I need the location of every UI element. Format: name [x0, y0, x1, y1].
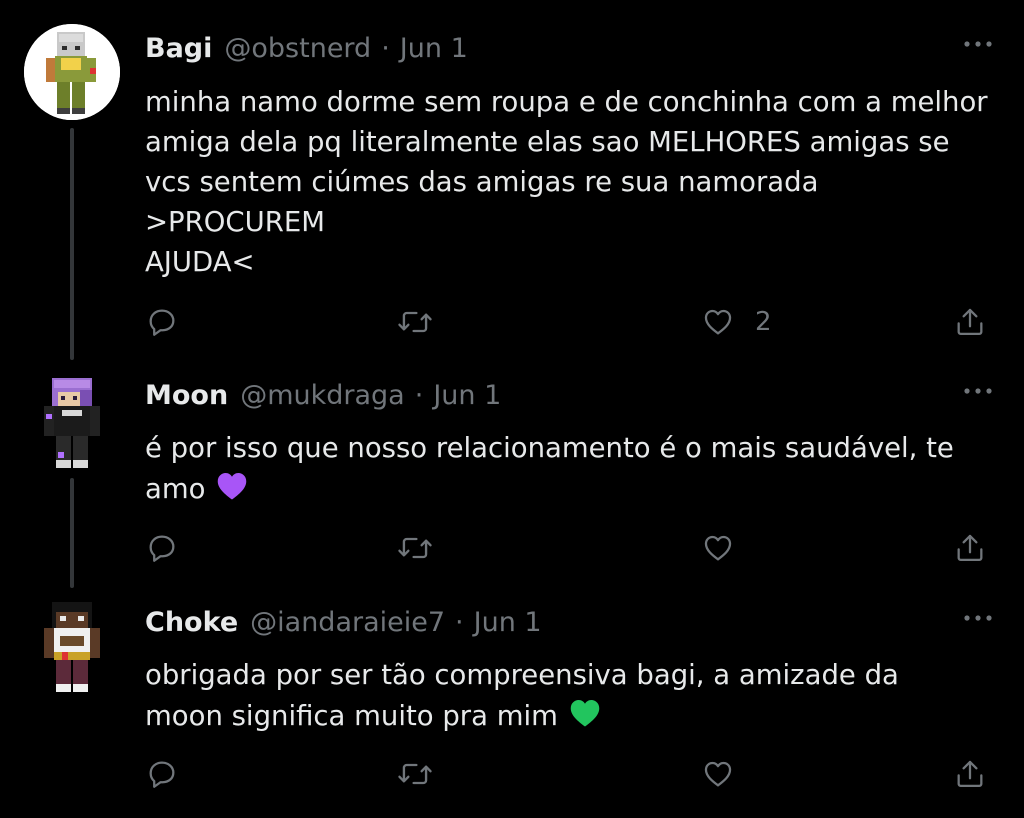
reply-icon — [149, 535, 175, 562]
timestamp[interactable]: Jun 1 — [400, 33, 468, 64]
heart-icon — [704, 761, 732, 787]
tweet-text-line: AJUDA< — [145, 246, 255, 278]
tweet-text-segment: amo — [145, 473, 206, 505]
user-handle[interactable]: @iandaraieie7 — [250, 607, 445, 638]
tweet-text-line: minha namo dorme sem roupa e de conchinh… — [145, 86, 988, 118]
tweet-text-line-with-emoji: moon significa muito pra mim — [145, 695, 1005, 736]
like-count: 2 — [755, 307, 772, 337]
tweet-text: minha namo dorme sem roupa e de conchinh… — [145, 82, 1005, 282]
tweet-text-line: >PROCUREM — [145, 206, 325, 238]
tweet-text-segment: moon significa muito pra mim — [145, 700, 558, 732]
separator: · — [381, 32, 390, 64]
tweet[interactable]: Choke @iandaraieie7 · Jun 1 obrigada por… — [0, 590, 1024, 818]
tweet-text: é por isso que nosso relacionamento é o … — [145, 428, 1005, 509]
heart-icon — [704, 535, 732, 561]
share-button[interactable] — [953, 754, 987, 794]
display-name[interactable]: Moon — [145, 380, 228, 411]
tweet-header: Bagi @obstnerd · Jun 1 — [145, 30, 468, 66]
retweet-button[interactable] — [397, 528, 433, 568]
share-button[interactable] — [953, 302, 987, 342]
retweet-icon — [398, 311, 432, 333]
tweet-text-line: vcs sentem ciúmes das amigas re sua namo… — [145, 166, 819, 198]
share-button[interactable] — [953, 528, 987, 568]
avatar[interactable] — [38, 376, 106, 472]
timestamp[interactable]: Jun 1 — [433, 380, 501, 411]
user-handle[interactable]: @obstnerd — [224, 33, 371, 64]
retweet-button[interactable] — [397, 302, 433, 342]
tweet-header: Moon @mukdraga · Jun 1 — [145, 377, 501, 413]
display-name[interactable]: Choke — [145, 607, 238, 638]
share-icon — [957, 534, 983, 562]
reply-icon — [149, 761, 175, 788]
minecraft-skin-avatar-icon — [44, 602, 100, 692]
reply-button[interactable] — [145, 302, 179, 342]
more-options-button[interactable] — [962, 381, 994, 401]
separator: · — [455, 606, 464, 638]
heart-icon — [704, 309, 732, 335]
separator: · — [414, 379, 424, 411]
more-horizontal-icon — [964, 388, 992, 394]
reply-button[interactable] — [145, 528, 179, 568]
tweet-header: Choke @iandaraieie7 · Jun 1 — [145, 604, 542, 640]
retweet-button[interactable] — [397, 754, 433, 794]
tweet-text-line: obrigada por ser tão compreensiva bagi, … — [145, 659, 899, 691]
retweet-icon — [398, 537, 432, 559]
reply-icon — [149, 309, 175, 336]
user-handle[interactable]: @mukdraga — [240, 380, 405, 411]
tweet-actions: 2 — [145, 302, 995, 342]
timestamp[interactable]: Jun 1 — [474, 607, 542, 638]
retweet-icon — [398, 763, 432, 785]
like-button[interactable] — [701, 754, 735, 794]
tweet[interactable]: Bagi @obstnerd · Jun 1 minha namo dorme … — [0, 0, 1024, 366]
tweet-text: obrigada por ser tão compreensiva bagi, … — [145, 655, 1005, 736]
tweet-actions — [145, 528, 995, 568]
conversation-thread: Bagi @obstnerd · Jun 1 minha namo dorme … — [0, 0, 1024, 818]
tweet-text-line: amiga dela pq literalmente elas sao MELH… — [145, 126, 950, 158]
purple-heart-icon — [214, 468, 250, 504]
like-button[interactable]: 2 — [701, 302, 772, 342]
minecraft-skin-avatar-icon — [44, 378, 100, 468]
tweet-text-line-with-emoji: amo — [145, 468, 1005, 509]
more-horizontal-icon — [964, 41, 992, 47]
reply-button[interactable] — [145, 754, 179, 794]
avatar[interactable] — [24, 24, 120, 120]
like-button[interactable] — [701, 528, 735, 568]
tweet-text-line: é por isso que nosso relacionamento é o … — [145, 432, 954, 464]
green-heart-icon — [567, 695, 603, 731]
more-options-button[interactable] — [962, 34, 994, 54]
tweet[interactable]: Moon @mukdraga · Jun 1 é por isso que no… — [0, 366, 1024, 590]
display-name[interactable]: Bagi — [145, 33, 212, 64]
avatar[interactable] — [38, 600, 106, 696]
share-icon — [957, 760, 983, 788]
minecraft-skin-avatar-icon — [24, 24, 120, 120]
tweet-actions — [145, 754, 995, 794]
more-horizontal-icon — [964, 615, 992, 621]
more-options-button[interactable] — [962, 608, 994, 628]
share-icon — [957, 308, 983, 336]
